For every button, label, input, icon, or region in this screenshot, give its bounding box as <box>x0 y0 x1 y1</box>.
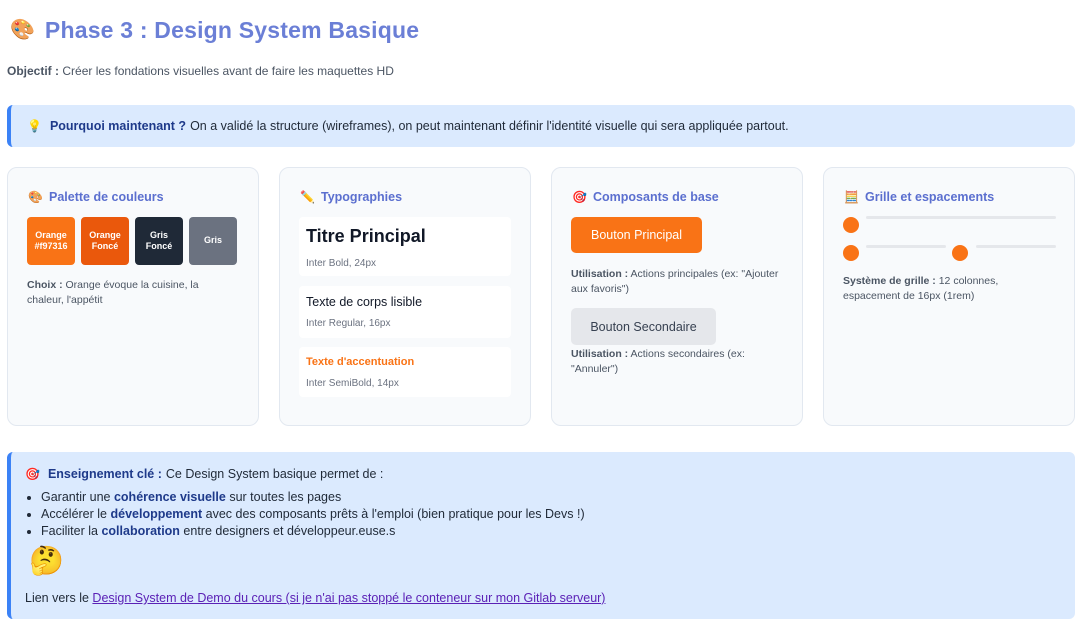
palette-card: 🎨 Palette de couleurs Orange #f97316 Oran… <box>7 167 259 426</box>
typo-sample-text: Texte d'accentuation <box>306 356 415 368</box>
color-swatches: Orange #f97316 Orange Foncé Gris Foncé Gris <box>27 217 237 265</box>
item-text: Accélérer le <box>41 507 107 521</box>
lightbulb-icon: 💡 <box>27 119 42 133</box>
grid-card-title-text: Grille et espacements <box>865 190 995 204</box>
typography-card-title-text: Typographies <box>321 190 403 204</box>
thinking-face-icon: 🤔 <box>29 545 64 576</box>
primary-usage-note: Utilisation : Actions principales (ex: "… <box>571 267 781 297</box>
list-item: Accélérer le développement avec des comp… <box>41 506 585 523</box>
objective: Objectif : Créer les fondations visuelle… <box>7 64 394 78</box>
swatch-label: Orange <box>89 229 121 240</box>
page-title: Phase 3 : Design System Basique <box>44 16 420 43</box>
usage-label: Utilisation : <box>571 268 629 280</box>
grid-line <box>866 245 946 248</box>
objective-label: Objectif : <box>7 64 60 78</box>
primary-button[interactable]: Bouton Principal <box>571 217 702 253</box>
item-text: sur toutes les pages <box>229 490 342 504</box>
item-text: entre designers et développeur.euse.s <box>183 524 396 538</box>
typo-sample-meta: Inter Bold, 24px <box>306 258 377 269</box>
swatch-label: #f97316 <box>34 241 68 251</box>
swatch-gray-dark: Gris Foncé <box>135 217 183 265</box>
grid-line <box>866 216 1056 219</box>
target-icon: 🎯 <box>25 467 40 481</box>
item-highlight: collaboration <box>101 524 180 538</box>
swatch-orange-dark: Orange Foncé <box>81 217 129 265</box>
callout-label: Pourquoi maintenant ? <box>49 119 187 133</box>
swatch-label: Foncé <box>145 241 173 251</box>
demo-link-line: Lien vers le Design System de Demo du co… <box>25 591 605 605</box>
palette-note-label: Choix : <box>27 279 63 291</box>
item-highlight: cohérence visuelle <box>113 490 226 504</box>
grid-card-title: 🧮 Grille et espacements <box>844 190 994 204</box>
typo-sample-text: Texte de corps lisible <box>306 295 423 309</box>
palette-icon: 🎨 <box>10 19 35 41</box>
typography-card: ✏️ Typographies Titre Principal Inter Bo… <box>279 167 531 426</box>
swatch-label: Orange <box>35 229 67 240</box>
secondary-usage-note: Utilisation : Actions secondaires (ex: "… <box>571 347 781 377</box>
palette-card-title-text: Palette de couleurs <box>49 190 164 204</box>
typography-card-title: ✏️ Typographies <box>300 190 402 204</box>
grid-note: Système de grille : 12 colonnes, espacem… <box>843 274 1053 304</box>
swatch-label: Gris <box>149 229 168 240</box>
link-prefix: Lien vers le <box>25 591 89 605</box>
key-lesson-callout: 🎯 Enseignement clé : Ce Design System ba… <box>7 452 1075 619</box>
typo-sample-accent: Texte d'accentuation Inter SemiBold, 14p… <box>299 347 511 397</box>
list-item: Faciliter la collaboration entre designe… <box>41 523 585 540</box>
typo-sample-meta: Inter SemiBold, 14px <box>306 378 399 389</box>
swatch-orange: Orange #f97316 <box>27 217 75 265</box>
swatch-gray: Gris <box>189 217 237 265</box>
grid-card: 🧮 Grille et espacements Système de grill… <box>823 167 1075 426</box>
secondary-button[interactable]: Bouton Secondaire <box>571 308 716 345</box>
components-card-title-text: Composants de base <box>593 190 719 204</box>
item-text: avec des composants prêts à l'emploi (bi… <box>205 507 585 521</box>
callout-text: On a validé la structure (wireframes), o… <box>190 119 789 133</box>
components-card: 🎯 Composants de base Bouton Principal Ut… <box>551 167 803 426</box>
grid-line <box>976 245 1056 248</box>
palette-note: Choix : Orange évoque la cuisine, la cha… <box>27 278 227 308</box>
grid-dot <box>843 245 859 261</box>
typo-sample-body: Texte de corps lisible Inter Regular, 16… <box>299 286 511 338</box>
design-system-demo-link[interactable]: Design System de Demo du cours (si je n'… <box>92 591 605 605</box>
item-text: Garantir une <box>41 490 111 504</box>
typo-sample-text: Titre Principal <box>306 226 426 246</box>
calculator-icon: 🧮 <box>844 190 859 204</box>
palette-card-title: 🎨 Palette de couleurs <box>28 190 164 204</box>
pencil-icon: ✏️ <box>300 190 315 204</box>
swatch-label: Gris <box>203 235 222 246</box>
item-text: Faciliter la <box>41 524 98 538</box>
grid-note-label: Système de grille : <box>843 275 936 287</box>
usage-label: Utilisation : <box>571 348 629 360</box>
swatch-label: Foncé <box>91 241 119 251</box>
target-icon: 🎯 <box>572 190 587 204</box>
lesson-label: Enseignement clé : <box>47 467 162 481</box>
palette-icon: 🎨 <box>28 190 43 204</box>
grid-dot <box>952 245 968 261</box>
typo-sample-heading: Titre Principal Inter Bold, 24px <box>299 217 511 276</box>
why-now-callout: 💡 Pourquoi maintenant ? On a validé la s… <box>7 105 1075 147</box>
components-card-title: 🎯 Composants de base <box>572 190 719 204</box>
list-item: Garantir une cohérence visuelle sur tout… <box>41 489 585 506</box>
lesson-list: Garantir une cohérence visuelle sur tout… <box>41 489 585 540</box>
lesson-header: 🎯 Enseignement clé : Ce Design System ba… <box>25 467 383 481</box>
typo-sample-meta: Inter Regular, 16px <box>306 318 391 329</box>
page-header: 🎨 Phase 3 : Design System Basique <box>10 15 419 45</box>
objective-text: Créer les fondations visuelles avant de … <box>62 64 394 78</box>
grid-dot <box>843 217 859 233</box>
lesson-intro: Ce Design System basique permet de : <box>165 467 384 481</box>
item-highlight: développement <box>110 507 203 521</box>
